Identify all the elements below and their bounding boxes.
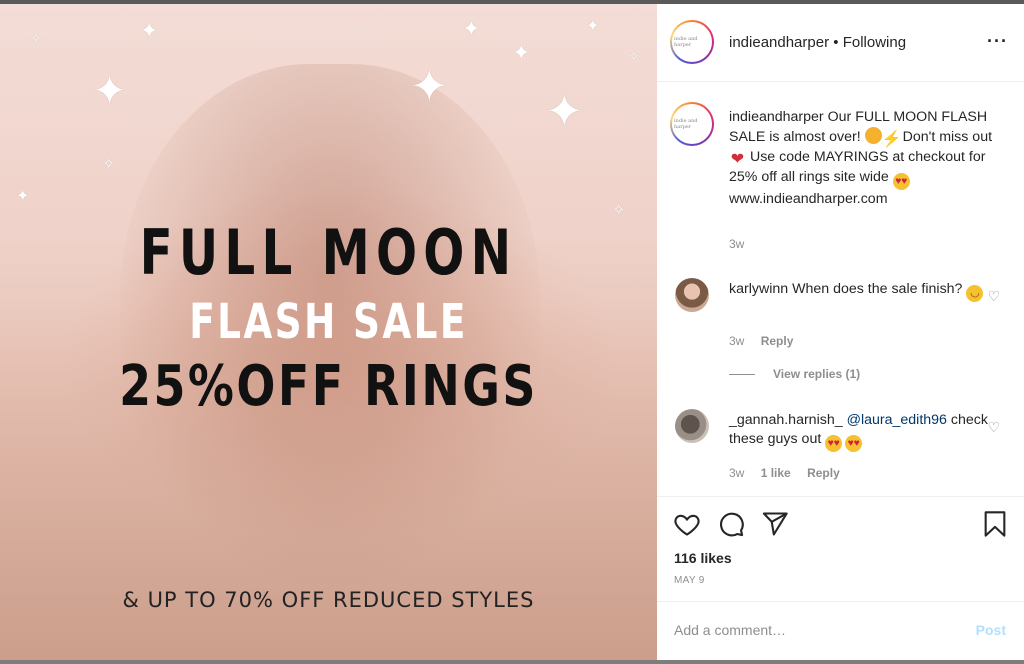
bookmark-icon[interactable] xyxy=(981,510,1009,538)
comment-mention[interactable]: @laura_edith96 xyxy=(847,412,947,428)
comment-likes[interactable]: 1 like xyxy=(761,466,791,480)
comment-text: _gannah.harnish_ @laura_edith96 check th… xyxy=(729,411,989,452)
sparkle-icon: ✦ xyxy=(462,16,481,41)
comment-time[interactable]: 3w xyxy=(729,466,744,480)
heart-emoji-icon: ❤ xyxy=(730,151,745,168)
headline-full-moon: FULL MOON xyxy=(139,216,518,289)
comment-username[interactable]: _gannah.harnish_ xyxy=(729,412,843,428)
post-comment-button[interactable]: Post xyxy=(976,622,1006,638)
add-comment-box: Add a comment… Post xyxy=(657,601,1024,660)
sparkle-icon: ✦ xyxy=(140,18,159,43)
sparkle-icon: ✧ xyxy=(102,156,116,173)
view-replies-button[interactable]: View replies (1) xyxy=(729,367,860,381)
like-comment-heart-icon[interactable]: ♡ xyxy=(987,419,1000,436)
likes-count[interactable]: 116 likes xyxy=(674,550,732,566)
heart-eyes-emoji-icon: ♥♥ xyxy=(825,435,843,452)
headline-25-off-rings: 25%OFF RINGS xyxy=(119,354,538,419)
header-user: indieandharper • Following xyxy=(729,34,906,51)
sparkle-icon: ✦ xyxy=(586,18,600,35)
sparkle-icon: ✦ xyxy=(545,85,584,137)
like-comment-heart-icon[interactable]: ♡ xyxy=(987,288,1000,305)
more-options-icon[interactable]: ··· xyxy=(987,31,1008,52)
following-button[interactable]: Following xyxy=(843,34,906,51)
sparkle-icon: ✧ xyxy=(612,202,626,219)
caption-part3: Use code MAYRINGS at checkout for 25% of… xyxy=(729,149,986,185)
avatar-logo: indie and harper xyxy=(672,22,712,62)
caption-avatar[interactable]: indie and harper xyxy=(670,102,714,146)
caption-username[interactable]: indieandharper xyxy=(729,109,824,125)
comment-meta: 3w 1 like Reply xyxy=(729,466,853,480)
post-sidebar: indie and harper indieandharper • Follow… xyxy=(657,4,1024,660)
comment-icon[interactable] xyxy=(717,510,745,538)
reply-button[interactable]: Reply xyxy=(761,334,794,348)
reply-button[interactable]: Reply xyxy=(807,466,840,480)
lightning-emoji-icon: ⚡ xyxy=(881,131,902,148)
sparkle-icon: ✦ xyxy=(410,60,449,112)
full-moon-emoji-icon xyxy=(864,127,882,144)
avatar[interactable]: indie and harper xyxy=(670,20,714,64)
sparkle-icon: ✧ xyxy=(628,48,640,64)
sparkle-icon: ✦ xyxy=(16,188,30,205)
sparkle-icon: ✧ xyxy=(355,24,366,38)
avatar[interactable] xyxy=(675,278,709,312)
sparkle-icon: ✦ xyxy=(512,40,531,65)
comment-meta: 3w Reply xyxy=(729,334,806,348)
sparkle-icon: ✦ xyxy=(92,67,128,114)
caption-part2: Don't miss out xyxy=(902,129,993,145)
comment-username[interactable]: karlywinn xyxy=(729,281,788,297)
heart-icon[interactable] xyxy=(673,510,701,538)
divider xyxy=(729,374,755,376)
caption-link[interactable]: www.indieandharper.com xyxy=(729,191,888,207)
header-separator: • xyxy=(833,34,839,51)
post-date[interactable]: MAY 9 xyxy=(674,575,705,586)
avatar-logo: indie and harper xyxy=(672,104,712,144)
comment-body: When does the sale finish? xyxy=(792,281,963,297)
avatar[interactable] xyxy=(675,409,709,443)
comment-input[interactable]: Add a comment… xyxy=(674,622,786,638)
share-icon[interactable] xyxy=(761,510,789,538)
comment-time[interactable]: 3w xyxy=(729,334,744,348)
header-username[interactable]: indieandharper xyxy=(729,34,829,51)
reduced-styles-text: & UP TO 70% OFF REDUCED STYLES xyxy=(122,588,535,612)
post-header: indie and harper indieandharper • Follow… xyxy=(657,4,1024,82)
heart-eyes-emoji-icon: ♥♥ xyxy=(845,435,863,452)
post-actions: 116 likes MAY 9 xyxy=(657,496,1024,601)
post-image[interactable]: ✦ ✦ ✦ ✦ ✦ ✦ ✧ ✦ ✧ ✧ ✧ ✦ ✧ FULL MOON FLAS… xyxy=(0,4,657,660)
window: ✦ ✦ ✦ ✦ ✦ ✦ ✧ ✦ ✧ ✧ ✧ ✦ ✧ FULL MOON FLAS… xyxy=(0,0,1024,664)
headline-flash-sale: FLASH SALE xyxy=(189,294,468,350)
smiling-emoji-icon: ◡ xyxy=(966,285,984,302)
caption-text: indieandharper Our FULL MOON FLASH SALE … xyxy=(729,108,994,209)
heart-eyes-emoji-icon: ♥♥ xyxy=(892,173,910,190)
caption-time[interactable]: 3w xyxy=(729,237,744,251)
comment-text: karlywinn When does the sale finish? ◡ xyxy=(729,280,989,302)
comments-list[interactable]: indie and harper indieandharper Our FULL… xyxy=(657,82,1024,496)
view-replies-label: View replies (1) xyxy=(773,367,861,381)
sparkle-icon: ✧ xyxy=(30,30,42,46)
